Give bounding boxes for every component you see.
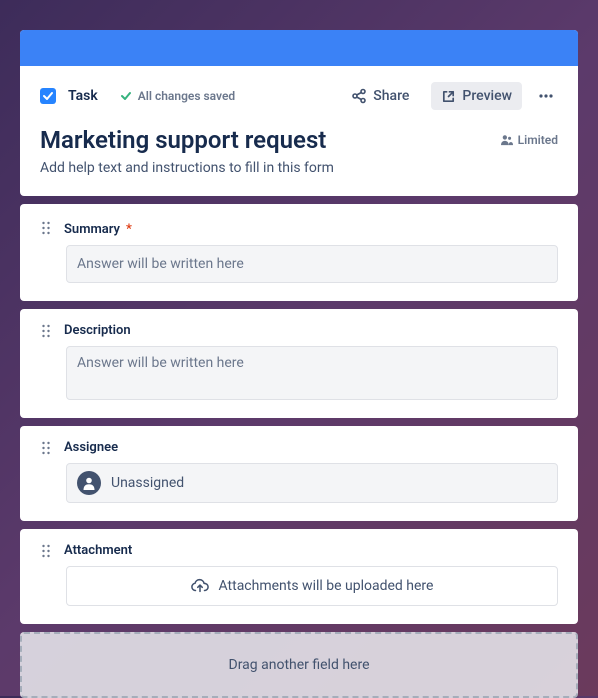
dropzone-label: Drag another field here	[229, 657, 370, 673]
required-indicator: *	[126, 222, 132, 237]
summary-placeholder: Answer will be written here	[77, 256, 244, 272]
drag-handle-icon[interactable]	[40, 441, 52, 455]
description-input[interactable]: Answer will be written here	[66, 346, 558, 400]
drag-handle-icon[interactable]	[40, 544, 52, 558]
save-status-label: All changes saved	[138, 89, 235, 103]
field-label-summary: Summary	[64, 222, 120, 237]
form-title[interactable]: Marketing support request	[40, 126, 500, 154]
cloud-upload-icon	[191, 578, 209, 594]
field-card-assignee[interactable]: Assignee Unassigned	[20, 426, 578, 521]
toolbar: Task All changes saved Share Preview	[20, 66, 578, 126]
attachment-upload[interactable]: Attachments will be uploaded here	[66, 566, 558, 606]
attachment-placeholder: Attachments will be uploaded here	[219, 578, 434, 594]
task-type-label[interactable]: Task	[68, 88, 98, 104]
header-accent-bar	[20, 30, 578, 66]
more-actions-button[interactable]	[534, 84, 558, 108]
people-icon	[500, 134, 514, 146]
field-card-summary[interactable]: Summary * Answer will be written here	[20, 204, 578, 301]
avatar-icon	[77, 471, 101, 495]
field-label-assignee: Assignee	[64, 440, 118, 455]
share-icon	[351, 88, 367, 104]
share-button[interactable]: Share	[341, 82, 419, 110]
field-label-description: Description	[64, 323, 131, 338]
access-limited-badge[interactable]: Limited	[500, 133, 558, 147]
preview-button[interactable]: Preview	[431, 82, 522, 110]
drag-handle-icon[interactable]	[40, 221, 52, 235]
assignee-select[interactable]: Unassigned	[66, 463, 558, 503]
preview-button-label: Preview	[462, 88, 512, 104]
share-button-label: Share	[373, 88, 409, 104]
summary-input[interactable]: Answer will be written here	[66, 245, 558, 283]
task-check-icon	[40, 88, 56, 104]
external-link-icon	[441, 89, 456, 104]
form-title-row: Marketing support request Limited	[20, 126, 578, 160]
form-header-card: Task All changes saved Share Preview	[20, 30, 578, 196]
drag-handle-icon[interactable]	[40, 324, 52, 338]
form-help-text[interactable]: Add help text and instructions to fill i…	[20, 160, 578, 196]
field-label-attachment: Attachment	[64, 543, 132, 558]
check-icon	[120, 90, 132, 102]
more-horizontal-icon	[537, 87, 555, 105]
save-status: All changes saved	[120, 89, 235, 103]
field-card-attachment[interactable]: Attachment Attachments will be uploaded …	[20, 529, 578, 624]
access-limited-label: Limited	[518, 133, 558, 147]
add-field-dropzone[interactable]: Drag another field here	[20, 632, 578, 698]
assignee-value: Unassigned	[111, 475, 184, 491]
description-placeholder: Answer will be written here	[77, 355, 244, 371]
field-card-description[interactable]: Description Answer will be written here	[20, 309, 578, 418]
